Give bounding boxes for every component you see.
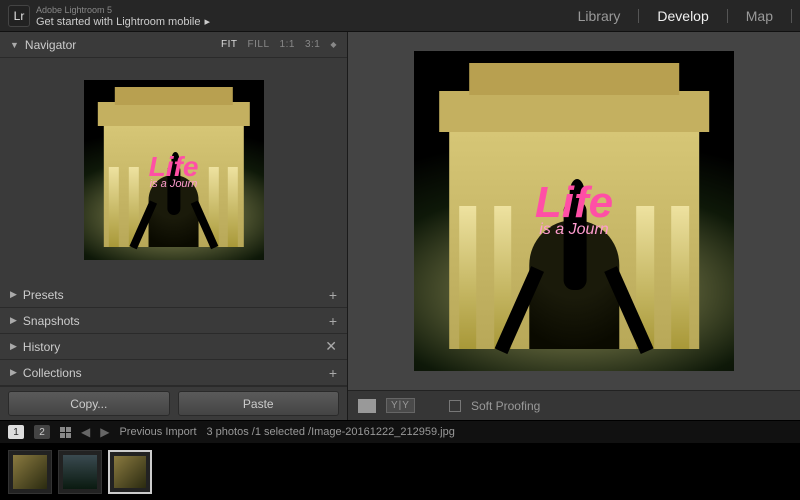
copy-button[interactable]: Copy... — [8, 391, 170, 416]
triangle-right-icon: ▶ — [10, 315, 17, 326]
screen-2-button[interactable]: 2 — [34, 425, 50, 439]
filmstrip-stats: 3 photos /1 selected /Image-20161222_212… — [207, 426, 455, 438]
navigator-header[interactable]: ▼ Navigator FIT FILL 1:1 3:1 ◆ — [0, 32, 347, 58]
collections-panel[interactable]: ▶ Collections + — [0, 360, 347, 386]
zoom-fill[interactable]: FILL — [248, 39, 270, 50]
navigator-preview[interactable]: Life is a Journ — [0, 58, 347, 282]
preview-toolbar: Y|Y Soft Proofing — [348, 390, 800, 420]
top-bar: Lr Adobe Lightroom 5 Get started with Li… — [0, 0, 800, 32]
compare-view-icon[interactable]: Y|Y — [386, 398, 415, 413]
soft-proof-checkbox[interactable] — [449, 400, 461, 412]
divider — [638, 9, 639, 23]
history-label: History — [23, 340, 60, 354]
presets-panel[interactable]: ▶ Presets + — [0, 282, 347, 308]
filmstrip-thumb[interactable] — [58, 450, 102, 494]
module-library[interactable]: Library — [578, 8, 621, 24]
zoom-1-1[interactable]: 1:1 — [280, 39, 295, 50]
left-panel: ▼ Navigator FIT FILL 1:1 3:1 ◆ Life is a… — [0, 32, 348, 420]
filmstrip-thumb-selected[interactable] — [108, 450, 152, 494]
brand-text: Adobe Lightroom 5 Get started with Light… — [36, 4, 210, 28]
triangle-right-icon: ▶ — [10, 289, 17, 300]
plus-icon[interactable]: ✕ — [325, 338, 337, 355]
forward-arrow-icon[interactable]: ▶ — [100, 425, 109, 439]
loupe-view-icon[interactable] — [358, 399, 376, 413]
copy-paste-row: Copy... Paste — [0, 386, 347, 420]
plus-icon[interactable]: + — [329, 365, 337, 381]
filmstrip-source[interactable]: Previous Import — [119, 426, 196, 438]
filmstrip[interactable] — [0, 444, 800, 500]
collections-label: Collections — [23, 366, 82, 380]
chevron-icon[interactable]: ◆ — [330, 40, 337, 49]
snapshots-label: Snapshots — [23, 314, 80, 328]
navigator-zoom-opts: FIT FILL 1:1 3:1 ◆ — [221, 39, 337, 50]
zoom-fit[interactable]: FIT — [221, 39, 238, 50]
plus-icon[interactable]: + — [329, 313, 337, 329]
soft-proof-label: Soft Proofing — [471, 399, 540, 413]
paste-button[interactable]: Paste — [178, 391, 340, 416]
filmstrip-thumb[interactable] — [8, 450, 52, 494]
right-panel: Life is a Journ Y|Y Soft Proofing — [348, 32, 800, 420]
logo-icon: Lr — [8, 5, 30, 27]
main-area: ▼ Navigator FIT FILL 1:1 3:1 ◆ Life is a… — [0, 32, 800, 420]
snapshots-panel[interactable]: ▶ Snapshots + — [0, 308, 347, 334]
preview-area[interactable]: Life is a Journ — [348, 32, 800, 390]
history-panel[interactable]: ▶ History ✕ — [0, 334, 347, 360]
grid-icon[interactable] — [60, 427, 71, 438]
divider — [727, 9, 728, 23]
triangle-right-icon: ▶ — [10, 367, 17, 378]
module-nav: Library Develop Map — [578, 8, 792, 24]
play-icon: ▸ — [204, 16, 210, 28]
triangle-right-icon: ▶ — [10, 341, 17, 352]
brand-name: Adobe Lightroom 5 — [36, 4, 210, 16]
app-logo: Lr Adobe Lightroom 5 Get started with Li… — [8, 4, 210, 28]
main-preview-image: Life is a Journ — [414, 51, 734, 371]
navigator-image: Life is a Journ — [84, 80, 264, 260]
filmstrip-info-bar: 1 2 ◀ ▶ Previous Import 3 photos /1 sele… — [0, 420, 800, 444]
zoom-3-1[interactable]: 3:1 — [305, 39, 320, 50]
triangle-down-icon: ▼ — [10, 40, 19, 50]
mobile-cta-label: Get started with Lightroom mobile — [36, 16, 200, 28]
back-arrow-icon[interactable]: ◀ — [81, 425, 90, 439]
navigator-title: Navigator — [25, 38, 76, 52]
plus-icon[interactable]: + — [329, 287, 337, 303]
presets-label: Presets — [23, 288, 64, 302]
screen-1-button[interactable]: 1 — [8, 425, 24, 439]
module-develop[interactable]: Develop — [657, 8, 708, 24]
divider — [791, 9, 792, 23]
module-map[interactable]: Map — [746, 8, 773, 24]
mobile-cta[interactable]: Get started with Lightroom mobile ▸ — [36, 16, 210, 28]
